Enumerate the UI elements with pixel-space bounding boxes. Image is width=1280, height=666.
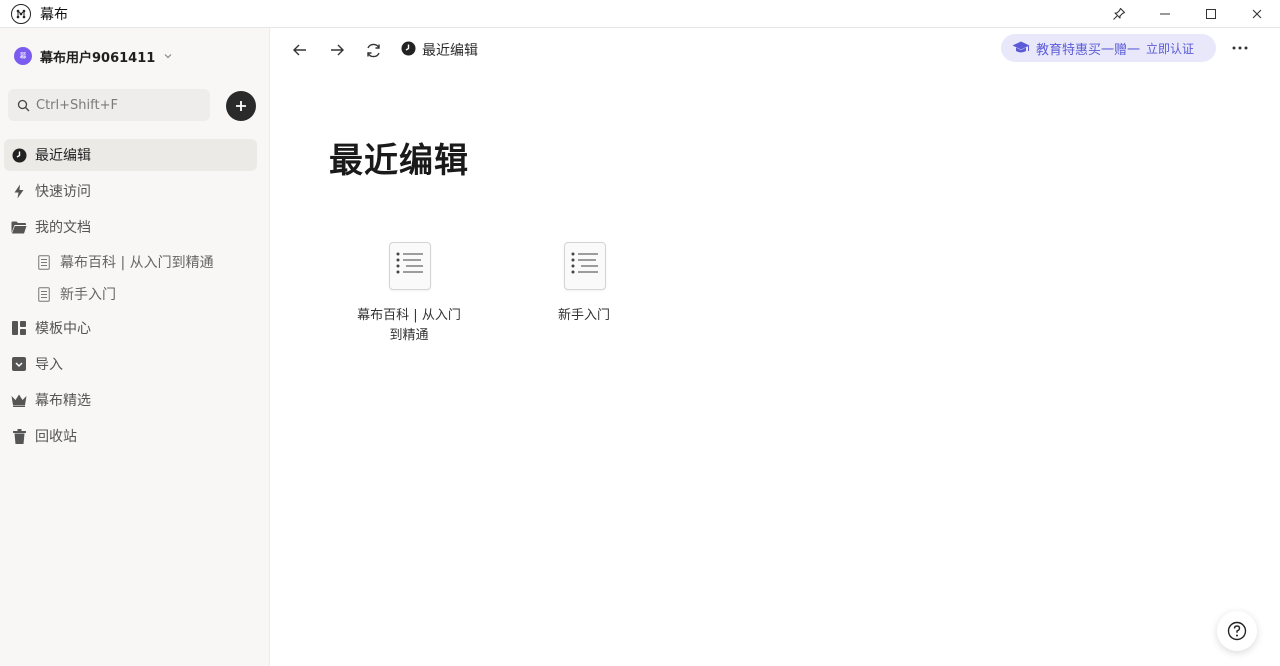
- sidebar-item-doc-getting-started[interactable]: 新手入门: [4, 278, 257, 310]
- minimize-button[interactable]: [1142, 0, 1188, 28]
- user-name: 幕布用户9061411: [40, 50, 156, 66]
- refresh-button[interactable]: [361, 38, 385, 62]
- pin-icon: [1113, 7, 1126, 20]
- more-options-button[interactable]: [1226, 36, 1254, 60]
- sidebar-item-label: 幕布百科 | 从入门到精通: [60, 255, 214, 271]
- sidebar-item-label: 回收站: [35, 429, 77, 445]
- trash-icon: [11, 428, 27, 444]
- refresh-icon: [366, 43, 380, 57]
- document-icon: [389, 242, 431, 290]
- document-icon: [36, 254, 52, 270]
- avatar: 幕: [14, 47, 32, 65]
- app-logo-icon: [11, 3, 31, 24]
- chevron-down-icon: [163, 51, 173, 61]
- sidebar-item-label: 最近编辑: [35, 148, 91, 164]
- sidebar-item-doc-wiki[interactable]: 幕布百科 | 从入门到精通: [4, 246, 257, 278]
- more-horizontal-icon: [1232, 46, 1248, 50]
- maximize-button[interactable]: [1188, 0, 1234, 28]
- sidebar-item-label: 导入: [35, 357, 63, 373]
- clock-icon: [401, 41, 416, 60]
- template-grid-icon: [11, 320, 27, 336]
- back-button[interactable]: [288, 38, 312, 62]
- title-bar: 幕布: [0, 0, 1280, 28]
- arrow-left-icon: [293, 44, 306, 56]
- sidebar-item-my-documents[interactable]: 我的文档: [4, 211, 257, 243]
- sidebar-item-trash[interactable]: 回收站: [4, 420, 257, 452]
- help-button[interactable]: [1217, 611, 1257, 651]
- add-document-button[interactable]: [226, 91, 256, 121]
- sidebar-item-label: 快速访问: [35, 184, 91, 200]
- arrow-right-icon: [331, 44, 344, 56]
- search-box[interactable]: [8, 89, 210, 121]
- sidebar-item-quick-access[interactable]: 快速访问: [4, 175, 257, 207]
- sidebar-item-featured[interactable]: 幕布精选: [4, 384, 257, 416]
- app-window: 幕布 幕 幕布用户9061411 Ctrl+Shift+F 最近编辑 快速访问 …: [0, 0, 1280, 666]
- close-icon: [1252, 9, 1262, 19]
- sidebar-item-templates[interactable]: 模板中心: [4, 312, 257, 344]
- page-title: 最近编辑: [329, 141, 469, 181]
- sidebar-item-recent[interactable]: 最近编辑: [4, 139, 257, 171]
- forward-button[interactable]: [325, 38, 349, 62]
- help-icon: [1227, 621, 1247, 641]
- window-controls: [1096, 0, 1280, 28]
- education-promo-banner[interactable]: 教育特惠买一赠一 立即认证: [1001, 34, 1216, 62]
- import-icon: [11, 356, 27, 372]
- clock-icon: [11, 147, 27, 163]
- close-button[interactable]: [1234, 0, 1280, 28]
- breadcrumb: 最近编辑: [401, 38, 478, 62]
- main-content: 最近编辑 教育特惠买一赠一 立即认证 最近编辑 幕布百科 | 从入门 到精通 新…: [271, 28, 1280, 666]
- document-icon: [564, 242, 606, 290]
- sidebar-item-import[interactable]: 导入: [4, 348, 257, 380]
- crown-icon: [11, 392, 27, 408]
- promo-text: 教育特惠买一赠一: [1036, 42, 1141, 58]
- user-switcher[interactable]: 幕 幕布用户9061411: [14, 46, 173, 66]
- sidebar-item-label: 模板中心: [35, 321, 91, 337]
- sidebar-item-label: 我的文档: [35, 220, 91, 236]
- document-name: 新手入门: [557, 308, 610, 323]
- verify-now-link[interactable]: 立即认证: [1146, 40, 1194, 57]
- breadcrumb-label: 最近编辑: [422, 43, 478, 59]
- pin-button[interactable]: [1096, 0, 1142, 28]
- document-name: 幕布百科 | 从入门 到精通: [357, 308, 461, 343]
- maximize-icon: [1206, 9, 1216, 19]
- search-input[interactable]: [36, 97, 196, 113]
- sidebar-item-label: 新手入门: [60, 287, 116, 303]
- folder-icon: [11, 219, 27, 235]
- graduation-cap-icon: [1012, 41, 1030, 55]
- document-icon: [36, 286, 52, 302]
- plus-icon: [236, 101, 246, 111]
- search-icon: [17, 99, 30, 112]
- sidebar-item-label: 幕布精选: [35, 393, 91, 409]
- app-title: 幕布: [40, 6, 68, 23]
- sidebar: 幕 幕布用户9061411 最近编辑: [0, 28, 270, 666]
- minimize-icon: [1160, 13, 1170, 15]
- bolt-icon: [11, 183, 27, 199]
